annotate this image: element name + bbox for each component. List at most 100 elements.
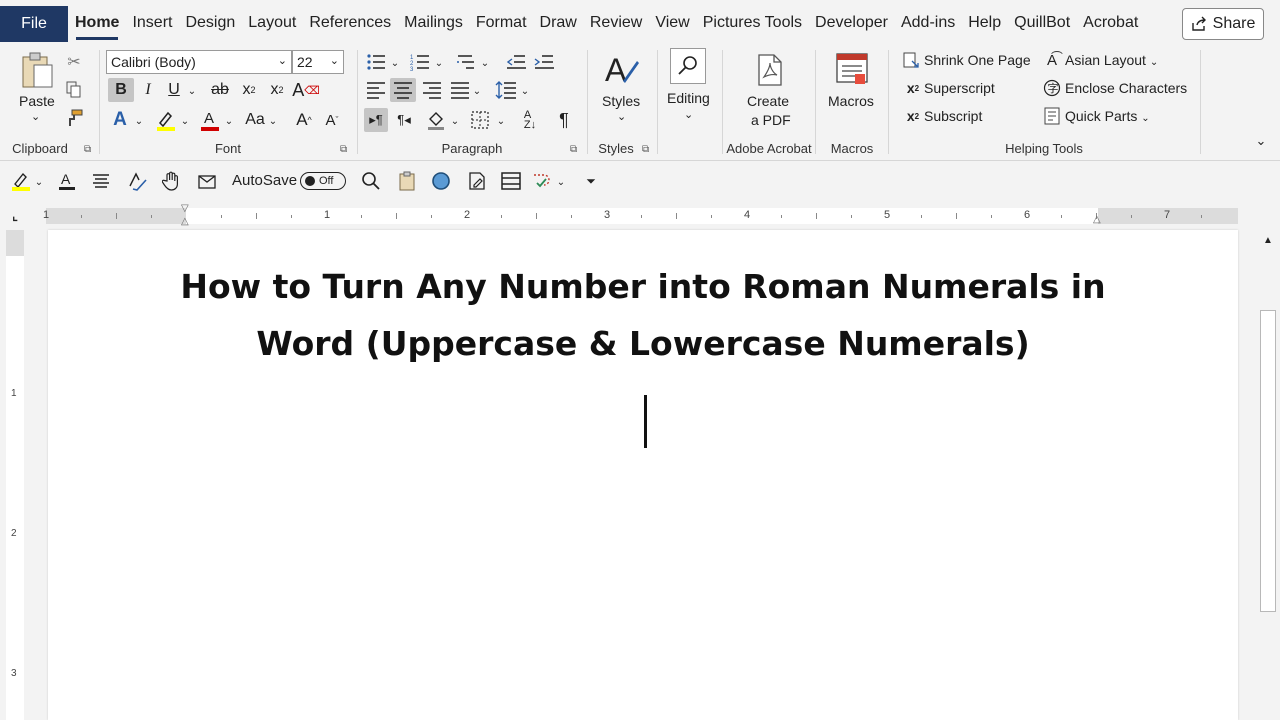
collapse-ribbon-chevron-icon[interactable]: ⌄ — [1252, 132, 1270, 150]
multilevel-list-icon[interactable] — [454, 50, 478, 74]
superscript-button[interactable]: x2 — [266, 78, 288, 102]
tab-stop-selector-icon[interactable]: ⌞ — [8, 208, 22, 224]
share-button[interactable]: Share — [1182, 8, 1264, 40]
shrink-font-icon[interactable]: Aˇ — [320, 108, 344, 132]
create-pdf-icon[interactable] — [755, 52, 785, 88]
font-launcher-icon[interactable]: ⧉ — [340, 144, 347, 155]
bold-button[interactable]: B — [108, 78, 134, 102]
styles-button[interactable]: A — [602, 50, 642, 90]
create-pdf-line2[interactable]: a PDF — [751, 112, 791, 128]
chevron-down-icon[interactable]: ⌄ — [34, 173, 44, 191]
text-effects-icon[interactable]: A — [108, 108, 132, 132]
macros-label[interactable]: Macros — [828, 93, 874, 109]
underline-button[interactable]: U — [164, 78, 184, 102]
align-left-icon[interactable] — [364, 78, 388, 102]
horizontal-ruler[interactable]: 1 1 2 3 4 5 6 7 ▽ △ △ — [43, 203, 1238, 227]
tab-view[interactable]: View — [650, 0, 694, 46]
tab-references[interactable]: References — [304, 0, 396, 46]
align-right-icon[interactable] — [420, 78, 444, 102]
spelling-icon[interactable] — [126, 170, 148, 192]
right-indent-marker[interactable]: △ — [1093, 214, 1101, 225]
format-painter-icon[interactable] — [64, 108, 84, 128]
chevron-down-icon[interactable]: ⌄ — [450, 112, 460, 130]
tab-quillbot[interactable]: QuillBot — [1009, 0, 1075, 46]
shading-icon[interactable] — [424, 108, 448, 132]
subscript-tool-button[interactable]: Subscript — [924, 108, 982, 124]
strikethrough-button[interactable]: ab — [208, 78, 232, 102]
font-size-combo[interactable]: 22 ⌄ — [292, 50, 344, 74]
scrollbar-thumb[interactable] — [1260, 310, 1276, 612]
superscript-tool-button[interactable]: Superscript — [924, 80, 995, 96]
show-formatting-icon[interactable]: ¶ — [552, 108, 576, 132]
rtl-direction-icon[interactable]: ¶◂ — [392, 108, 416, 132]
tab-help[interactable]: Help — [963, 0, 1006, 46]
chevron-down-icon[interactable]: ⌄ — [496, 112, 506, 130]
chevron-down-icon[interactable]: ⌄ — [134, 112, 144, 130]
circle-shape-icon[interactable] — [430, 170, 452, 192]
cut-icon[interactable]: ✂ — [64, 52, 84, 72]
chevron-down-icon[interactable]: ⌄ — [224, 112, 234, 130]
tab-format[interactable]: Format — [471, 0, 532, 46]
enclose-characters-button[interactable]: Enclose Characters — [1065, 80, 1187, 96]
sort-icon[interactable]: A Z↓ — [518, 108, 542, 132]
tab-draw[interactable]: Draw — [535, 0, 582, 46]
ltr-direction-icon[interactable]: ▸¶ — [364, 108, 388, 132]
font-color-qat-icon[interactable]: A — [56, 170, 78, 192]
highlighter-pen-icon[interactable] — [10, 170, 32, 192]
editing-label[interactable]: Editing — [667, 90, 710, 106]
grow-font-icon[interactable]: A ^ — [292, 108, 316, 132]
numbering-icon[interactable]: 123 — [408, 50, 432, 74]
underline-chevron-down-icon[interactable]: ⌄ — [186, 82, 198, 100]
font-name-combo[interactable]: Calibri (Body) ⌄ — [106, 50, 292, 74]
change-case-icon[interactable]: Aa — [242, 108, 268, 132]
vertical-scrollbar[interactable]: ▲ — [1256, 230, 1280, 720]
paste-button[interactable] — [18, 50, 56, 92]
chevron-down-icon[interactable]: ⌄ — [684, 108, 693, 121]
chevron-down-icon[interactable]: ⌄ — [268, 112, 278, 130]
tab-mailings[interactable]: Mailings — [399, 0, 468, 46]
paste-qat-icon[interactable] — [396, 170, 418, 192]
borders-icon[interactable] — [468, 108, 492, 132]
tab-insert[interactable]: Insert — [127, 0, 177, 46]
edit-document-icon[interactable] — [466, 170, 488, 192]
scroll-up-icon[interactable]: ▲ — [1260, 232, 1276, 248]
file-tab[interactable]: File — [0, 6, 68, 42]
clipboard-launcher-icon[interactable]: ⧉ — [84, 144, 91, 155]
mail-icon[interactable] — [196, 170, 218, 192]
align-qat-icon[interactable] — [90, 170, 112, 192]
chevron-down-icon[interactable]: ⌄ — [180, 112, 190, 130]
hand-icon[interactable] — [160, 170, 182, 192]
align-center-icon[interactable] — [390, 78, 416, 102]
paragraph-launcher-icon[interactable]: ⧉ — [570, 144, 577, 155]
copy-icon[interactable] — [64, 80, 84, 100]
table-layout-icon[interactable] — [500, 170, 522, 192]
justify-icon[interactable] — [448, 78, 472, 102]
subscript-button[interactable]: x2 — [238, 78, 260, 102]
increase-indent-icon[interactable] — [532, 50, 556, 74]
decrease-indent-icon[interactable] — [504, 50, 528, 74]
tab-pictures-tools[interactable]: Pictures Tools — [698, 0, 807, 46]
clear-formatting-icon[interactable]: A ⌫ — [292, 78, 320, 102]
autosave-toggle[interactable]: Off — [300, 172, 346, 190]
styles-launcher-icon[interactable]: ⧉ — [642, 144, 649, 155]
hanging-indent-marker[interactable]: △ — [181, 216, 189, 227]
chevron-down-icon[interactable]: ⌄ — [390, 54, 400, 72]
vertical-ruler[interactable]: 1 2 3 — [6, 230, 24, 720]
shrink-one-page-button[interactable]: Shrink One Page — [924, 52, 1031, 68]
font-color-icon[interactable]: A — [198, 108, 222, 132]
tab-home[interactable]: Home — [70, 0, 124, 46]
search-icon[interactable] — [670, 48, 706, 84]
chevron-down-icon[interactable]: ⌄ — [617, 110, 626, 123]
document-page[interactable]: How to Turn Any Number into Roman Numera… — [48, 230, 1238, 720]
tab-layout[interactable]: Layout — [243, 0, 301, 46]
chevron-down-icon[interactable]: ⌄ — [434, 54, 444, 72]
chevron-down-icon[interactable]: ⌄ — [480, 54, 490, 72]
paste-chevron-down-icon[interactable]: ⌄ — [31, 110, 40, 123]
customize-toolbar-icon[interactable]: ⏷ — [582, 170, 600, 192]
tab-developer[interactable]: Developer — [810, 0, 893, 46]
macros-icon[interactable] — [834, 50, 870, 90]
create-pdf-line1[interactable]: Create — [747, 93, 789, 109]
asian-layout-button[interactable]: Asian Layout ⌄ — [1065, 52, 1158, 68]
line-spacing-icon[interactable] — [494, 78, 518, 102]
tab-review[interactable]: Review — [585, 0, 647, 46]
